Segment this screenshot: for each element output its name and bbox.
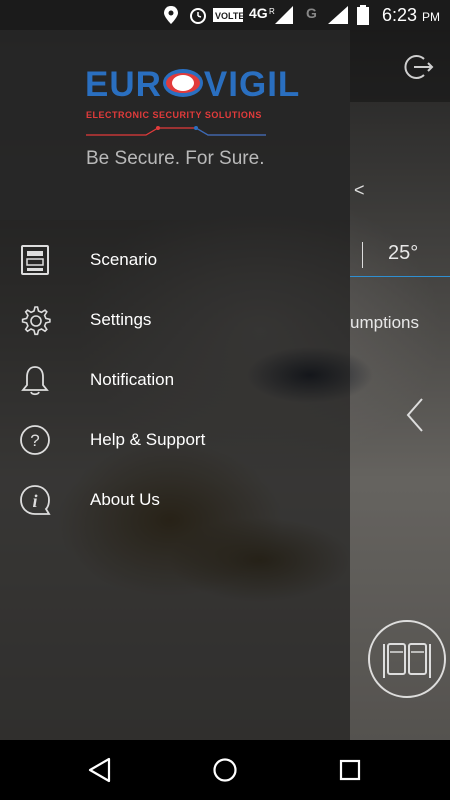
logout-icon[interactable] — [402, 50, 436, 84]
svg-text:G: G — [306, 5, 317, 21]
consumption-label: umptions — [350, 313, 419, 332]
alarm-icon — [190, 8, 206, 24]
logo-subtitle: ELECTRONIC SECURITY SOLUTIONS — [86, 110, 262, 120]
background-app-bar — [350, 30, 450, 102]
tagline: Be Secure. For Sure. — [86, 148, 265, 169]
menu-item-label: Help & Support — [90, 430, 206, 449]
eye-icon — [162, 69, 203, 97]
back-arrow-text: < — [354, 180, 365, 200]
temp-underline — [350, 276, 450, 277]
svg-text:R: R — [269, 7, 275, 16]
menu-item-label: Notification — [90, 370, 175, 389]
svg-text:VOLTE: VOLTE — [215, 11, 244, 21]
door-button[interactable] — [368, 620, 446, 698]
home-icon[interactable] — [210, 755, 240, 785]
eurovigil-logo: EUR VIGIL — [85, 65, 301, 104]
menu-item-settings[interactable]: Settings — [0, 290, 350, 350]
navigation-drawer: EUR VIGIL ELECTRONIC SECURITY SOLUTIONS … — [0, 30, 350, 740]
recents-icon[interactable] — [335, 755, 365, 785]
temperature-value: 25° — [388, 242, 419, 264]
svg-text:i: i — [32, 491, 37, 511]
gear-icon — [21, 306, 51, 336]
menu-item-label: Scenario — [90, 250, 158, 269]
svg-text:?: ? — [30, 431, 39, 450]
menu-item-label: Settings — [90, 310, 152, 329]
bell-icon — [21, 366, 49, 396]
navigation-bar — [0, 740, 450, 800]
drawer-menu: Scenario Settings Notification ? Help & … — [0, 230, 350, 530]
menu-item-scenario[interactable]: Scenario — [0, 230, 350, 290]
background-app-strip: < 25° umptions — [350, 30, 450, 740]
menu-item-help-support[interactable]: ? Help & Support — [0, 410, 350, 470]
menu-item-label: About Us — [90, 490, 160, 509]
battery-icon — [357, 5, 369, 25]
status-bar: VOLTE 4G R G 6:23 PM — [0, 0, 450, 30]
menu-item-notification[interactable]: Notification — [0, 350, 350, 410]
back-icon[interactable] — [85, 755, 115, 785]
clock: 6:23 PM — [381, 5, 440, 25]
temp-divider — [362, 242, 363, 268]
circuit-line-icon — [86, 126, 266, 136]
help-icon: ? — [20, 425, 50, 455]
drawer-header: EUR VIGIL ELECTRONIC SECURITY SOLUTIONS … — [0, 30, 350, 220]
door-icon — [383, 643, 431, 678]
info-icon: i — [20, 485, 51, 515]
menu-item-about-us[interactable]: i About Us — [0, 470, 350, 530]
status-icons: VOLTE 4G R G — [164, 5, 348, 24]
scenario-icon — [21, 245, 49, 275]
svg-text:4G: 4G — [249, 5, 268, 21]
signal-icon — [275, 6, 293, 24]
chevron-left-icon[interactable] — [405, 397, 425, 433]
